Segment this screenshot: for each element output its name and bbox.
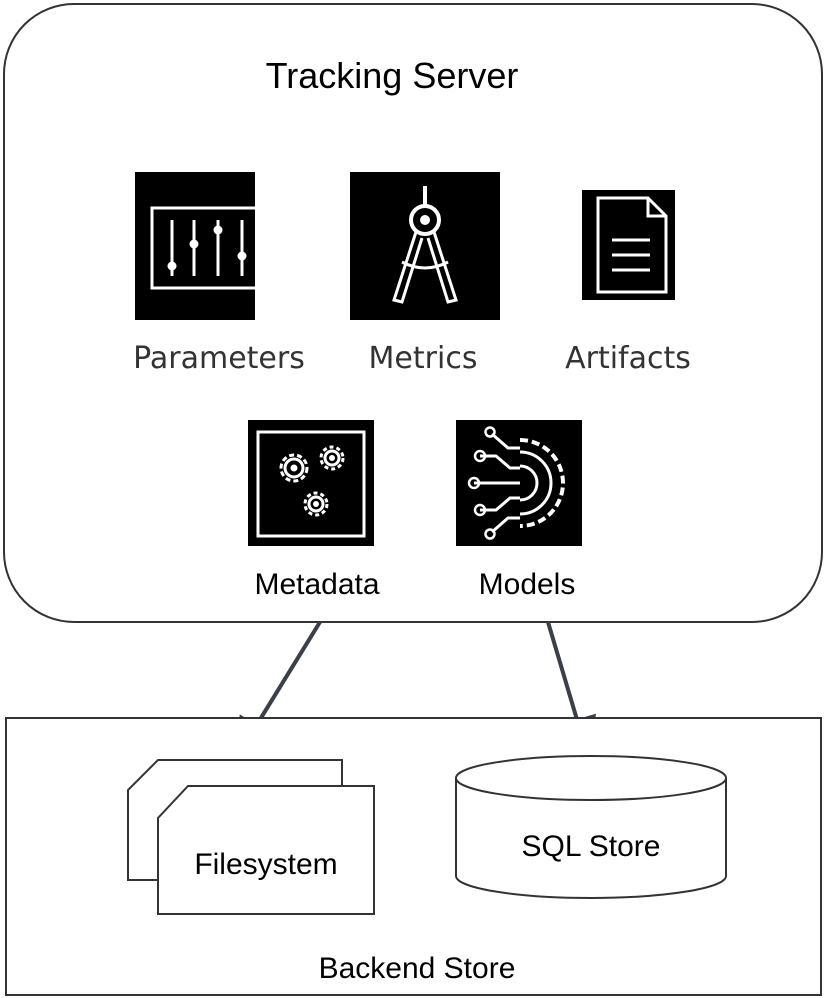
architecture-diagram: Tracking Server Parameters Metrics Artif… [3, 3, 823, 996]
backend-store-title: Backend Store [319, 952, 516, 985]
gears-icon [248, 420, 374, 546]
metadata-label: Metadata [254, 568, 379, 601]
sliders-icon [135, 172, 266, 320]
compass-icon [350, 172, 500, 320]
document-icon [582, 190, 675, 300]
models-label: Models [479, 568, 576, 601]
parameters-label: Parameters [133, 341, 305, 376]
database-icon [455, 755, 727, 899]
sql-store-label: SQL Store [522, 830, 661, 863]
tracking-server-title: Tracking Server [266, 55, 519, 96]
metrics-label: Metrics [369, 341, 478, 376]
filesystem-label: Filesystem [194, 848, 337, 881]
filesystem-icon [127, 759, 375, 915]
artifacts-label: Artifacts [565, 341, 691, 376]
circuit-gear-icon [456, 420, 582, 546]
